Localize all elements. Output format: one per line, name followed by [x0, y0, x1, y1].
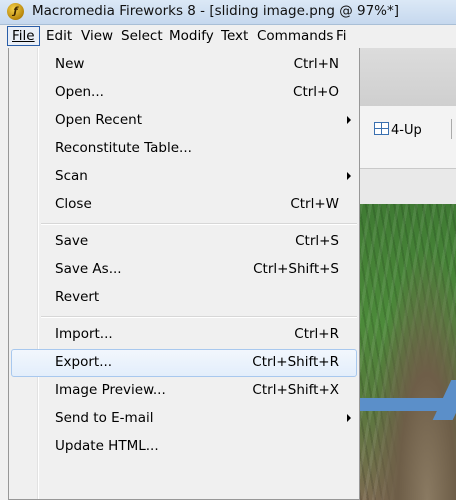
menu-select[interactable]: Select — [121, 28, 163, 44]
menu-separator — [41, 223, 357, 225]
menu-item-open-recent[interactable]: Open Recent — [11, 107, 357, 135]
menu-item-label: New — [55, 56, 85, 72]
menu-commands[interactable]: Commands — [257, 28, 333, 44]
window-title: Macromedia Fireworks 8 - [sliding image.… — [32, 3, 400, 19]
menu-item-label: Open... — [55, 84, 104, 100]
submenu-arrow-icon — [347, 116, 351, 124]
menu-item-label: Save As... — [55, 261, 122, 277]
menu-file-label: File — [12, 28, 35, 44]
file-menu-dropdown: New Ctrl+N Open... Ctrl+O Open Recent Re… — [8, 48, 360, 500]
view-4up-label: 4-Up — [391, 123, 422, 138]
menu-item-label: Export... — [55, 354, 113, 370]
menu-item-label: Import... — [55, 326, 113, 342]
menu-item-new[interactable]: New Ctrl+N — [11, 51, 357, 79]
menu-item-shortcut: Ctrl+Shift+S — [253, 261, 339, 277]
menu-file[interactable]: File — [7, 26, 40, 46]
menu-view[interactable]: View — [81, 28, 113, 44]
menu-item-revert[interactable]: Revert — [11, 284, 357, 312]
menu-item-shortcut: Ctrl+S — [295, 233, 339, 249]
menu-filters[interactable]: Fi — [336, 28, 347, 44]
menu-separator — [41, 316, 357, 318]
title-bar: ƒ Macromedia Fireworks 8 - [sliding imag… — [0, 0, 456, 25]
menu-item-label: Image Preview... — [55, 382, 166, 398]
view-4up-button[interactable]: 4-Up — [374, 122, 422, 138]
menu-item-label: Revert — [55, 289, 100, 305]
submenu-arrow-icon — [347, 172, 351, 180]
menu-item-label: Reconstitute Table... — [55, 140, 192, 156]
menu-item-send-to-email[interactable]: Send to E-mail — [11, 405, 357, 433]
four-up-grid-icon — [374, 122, 389, 135]
callout-arrow-shaft — [352, 398, 456, 411]
menu-item-shortcut: Ctrl+O — [293, 84, 339, 100]
menu-text[interactable]: Text — [221, 28, 248, 44]
menu-item-save[interactable]: Save Ctrl+S — [11, 228, 357, 256]
fireworks-logo-icon: ƒ — [7, 3, 24, 20]
workspace-edge — [0, 48, 8, 500]
menu-item-update-html[interactable]: Update HTML... — [11, 433, 357, 461]
menu-item-label: Send to E-mail — [55, 410, 154, 426]
menu-item-shortcut: Ctrl+R — [294, 326, 339, 342]
menu-item-shortcut: Ctrl+W — [290, 196, 339, 212]
submenu-arrow-icon — [347, 414, 351, 422]
menu-item-image-preview[interactable]: Image Preview... Ctrl+Shift+X — [11, 377, 357, 405]
menu-item-shortcut: Ctrl+Shift+R — [252, 354, 339, 370]
menu-modify[interactable]: Modify — [169, 28, 214, 44]
menu-item-close[interactable]: Close Ctrl+W — [11, 191, 357, 219]
menu-bar: File Edit View Select Modify Text Comman… — [0, 25, 456, 49]
menu-item-export[interactable]: Export... Ctrl+Shift+R — [11, 349, 357, 377]
menu-item-scan[interactable]: Scan — [11, 163, 357, 191]
menu-item-import[interactable]: Import... Ctrl+R — [11, 321, 357, 349]
menu-item-label: Open Recent — [55, 112, 143, 128]
toolbar-separator — [451, 119, 452, 139]
menu-item-label: Save — [55, 233, 89, 249]
menu-item-shortcut: Ctrl+N — [293, 56, 339, 72]
menu-item-reconstitute-table[interactable]: Reconstitute Table... — [11, 135, 357, 163]
canvas-image — [360, 204, 456, 500]
menu-item-open[interactable]: Open... Ctrl+O — [11, 79, 357, 107]
menu-item-label: Update HTML... — [55, 438, 159, 454]
menu-item-save-as[interactable]: Save As... Ctrl+Shift+S — [11, 256, 357, 284]
menu-edit[interactable]: Edit — [46, 28, 72, 44]
menu-item-label: Close — [55, 196, 92, 212]
toolbar-band — [360, 48, 456, 106]
menu-item-label: Scan — [55, 168, 88, 184]
menu-item-shortcut: Ctrl+Shift+X — [252, 382, 339, 398]
document-tab-bar — [360, 168, 456, 205]
